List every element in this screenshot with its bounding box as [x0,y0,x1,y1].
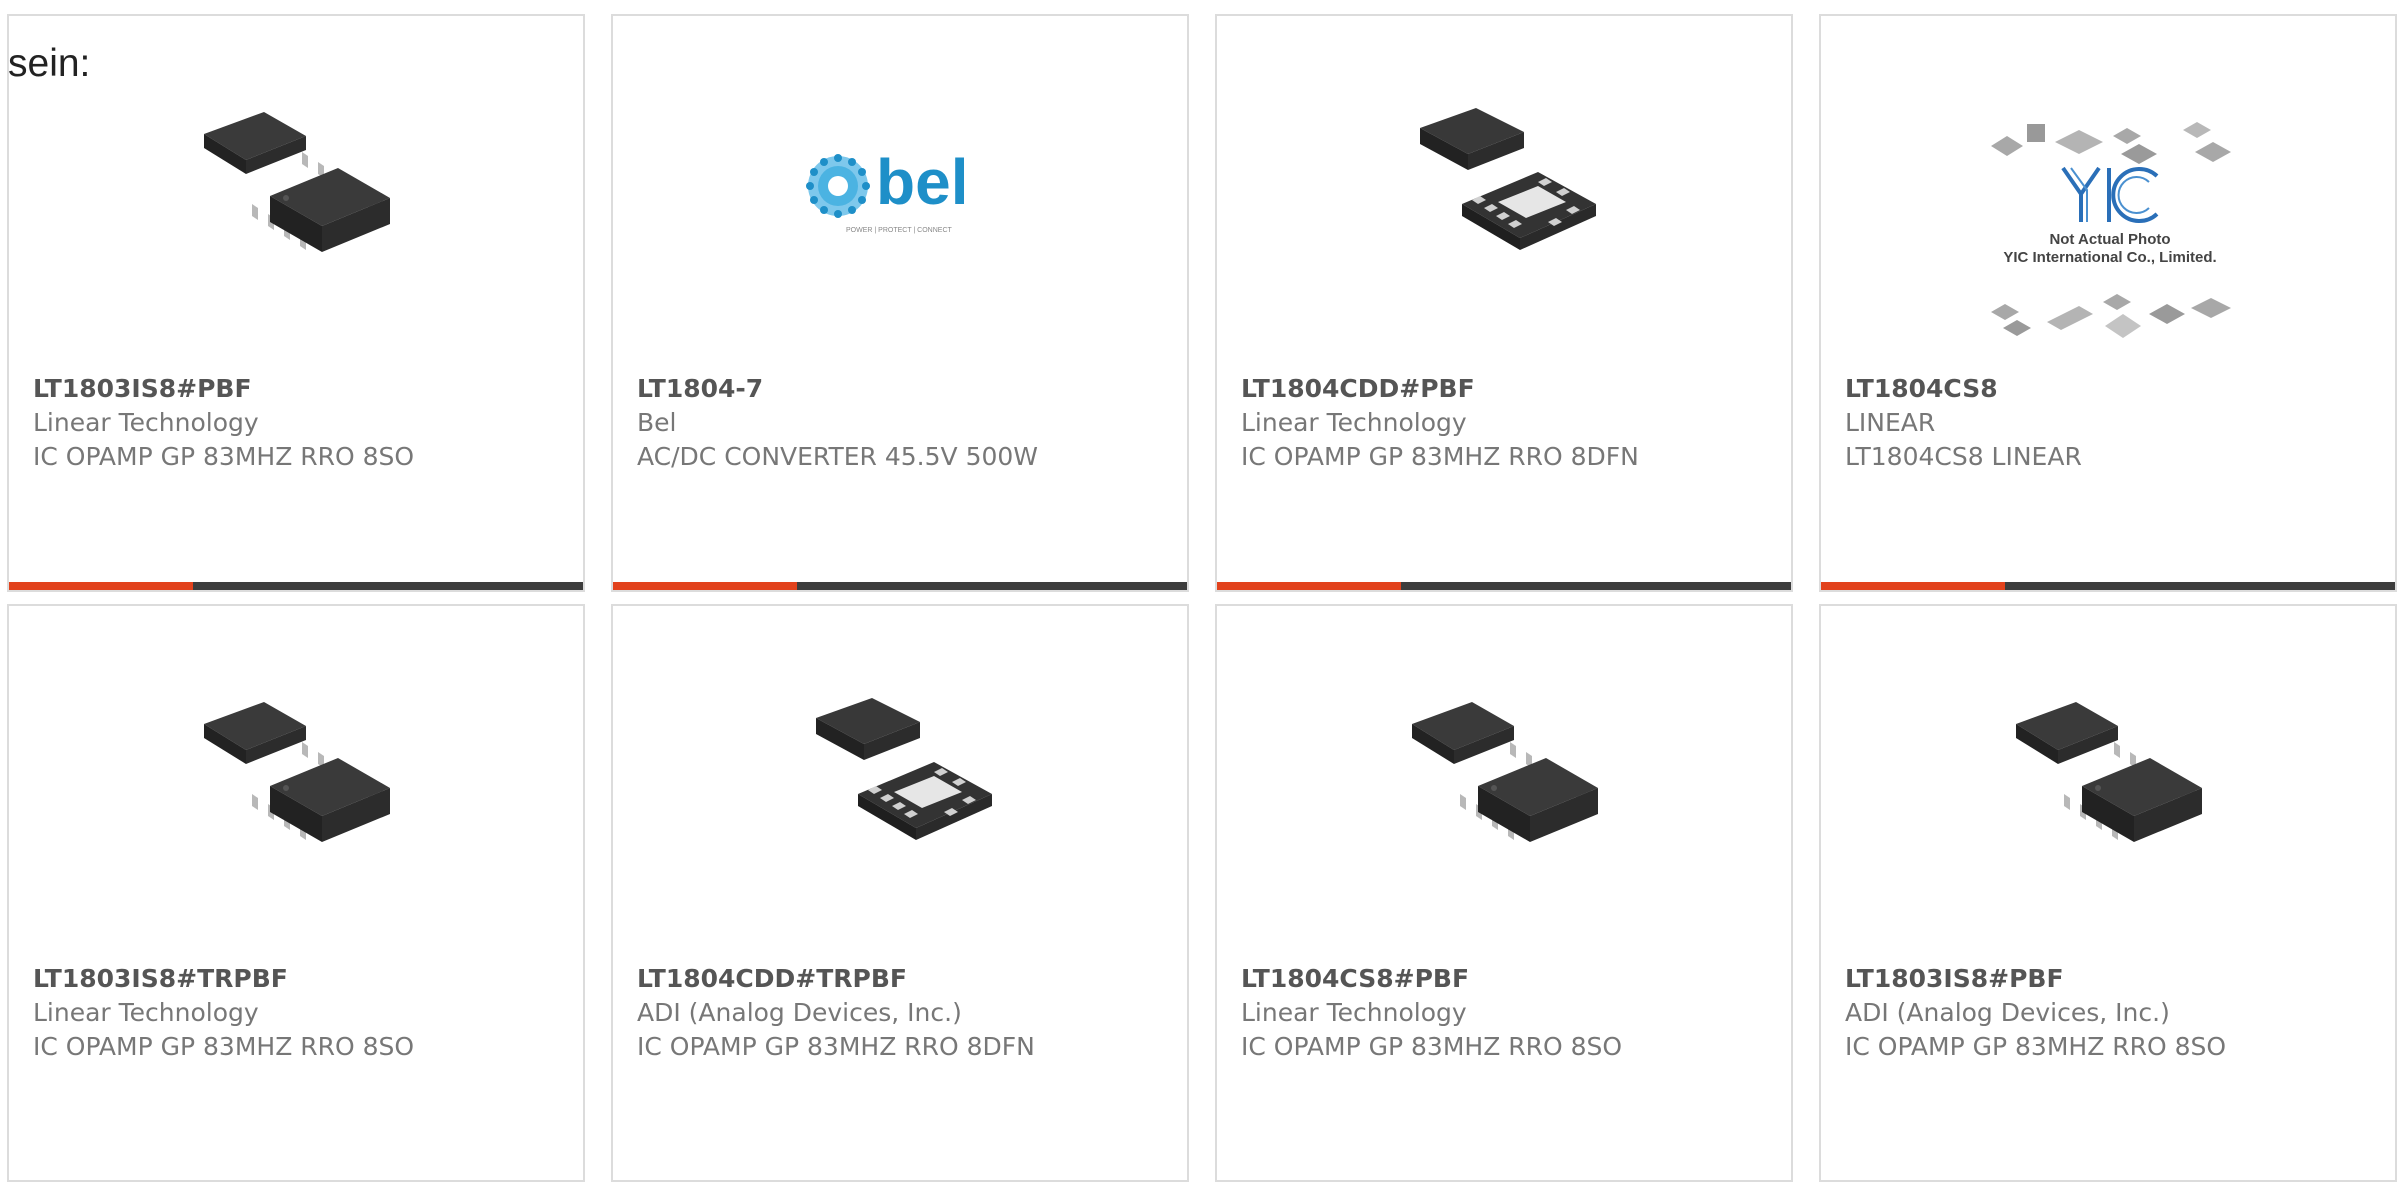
card-progress-fill [613,582,797,590]
product-manufacturer: Linear Technology [1241,408,1467,437]
card-progress-bar [1821,582,2395,590]
product-description: AC/DC CONVERTER 45.5V 500W [637,442,1039,471]
dfn-8-chip-icon[interactable] [1406,86,1606,286]
lead-text: sein: [8,42,91,85]
product-part-number[interactable]: LT1804-7 [637,372,1171,406]
card-progress-bar [613,582,1187,590]
product-description: IC OPAMP GP 83MHZ RRO 8DFN [1241,442,1639,471]
bel-logo-tagline: POWER | PROTECT | CONNECT [846,227,953,234]
card-progress-bar [1217,582,1791,590]
product-card[interactable]: LT1804CDD#TRPBF ADI (Analog Devices, Inc… [611,604,1189,1182]
card-progress-bar [9,582,583,590]
product-card[interactable]: LT1803IS8#PBF ADI (Analog Devices, Inc.)… [1819,604,2397,1182]
soic-8-chip-icon[interactable] [1406,676,1606,876]
product-card[interactable]: LT1803IS8#TRPBF Linear Technology IC OPA… [7,604,585,1182]
yic-placeholder-image[interactable]: Not Actual Photo YIC International Co., … [1971,102,2249,372]
product-description: IC OPAMP GP 83MHZ RRO 8DFN [637,1032,1035,1061]
product-manufacturer: ADI (Analog Devices, Inc.) [637,998,962,1027]
product-card[interactable]: LT1803IS8#PBF Linear Technology IC OPAMP… [7,14,585,592]
yic-photo-caption-1: Not Actual Photo [2049,231,2170,248]
product-description: IC OPAMP GP 83MHZ RRO 8SO [1845,1032,2227,1061]
product-description: IC OPAMP GP 83MHZ RRO 8SO [33,442,415,471]
card-progress-fill [1821,582,2005,590]
product-description: IC OPAMP GP 83MHZ RRO 8SO [33,1032,415,1061]
soic-8-chip-icon[interactable] [198,676,398,876]
dfn-8-chip-icon[interactable] [802,676,1002,876]
product-manufacturer: LINEAR [1845,408,1936,437]
product-card[interactable]: LT1804CS8#PBF Linear Technology IC OPAMP… [1215,604,1793,1182]
product-part-number[interactable]: LT1804CS8 [1845,372,2379,406]
product-description: LT1804CS8 LINEAR [1845,442,2082,471]
product-manufacturer: Bel [637,408,677,437]
product-description: IC OPAMP GP 83MHZ RRO 8SO [1241,1032,1623,1061]
product-manufacturer: ADI (Analog Devices, Inc.) [1845,998,2170,1027]
product-manufacturer: Linear Technology [33,998,259,1027]
product-manufacturer: Linear Technology [1241,998,1467,1027]
product-part-number[interactable]: LT1803IS8#TRPBF [33,962,567,996]
product-manufacturer: Linear Technology [33,408,259,437]
product-part-number[interactable]: LT1804CS8#PBF [1241,962,1775,996]
yic-photo-caption-2: YIC International Co., Limited. [2003,249,2216,266]
product-card[interactable]: Not Actual Photo YIC International Co., … [1819,14,2397,592]
product-part-number[interactable]: LT1803IS8#PBF [1845,962,2379,996]
product-part-number[interactable]: LT1804CDD#PBF [1241,372,1775,406]
bel-logo[interactable]: bel POWER | PROTECT | CONNECT [802,86,1002,286]
card-progress-fill [9,582,193,590]
product-part-number[interactable]: LT1804CDD#TRPBF [637,962,1171,996]
bel-logo-text: bel [876,146,968,218]
product-card[interactable]: LT1804CDD#PBF Linear Technology IC OPAMP… [1215,14,1793,592]
product-part-number[interactable]: LT1803IS8#PBF [33,372,567,406]
card-progress-fill [1217,582,1401,590]
soic-8-chip-icon[interactable] [198,86,398,286]
product-card[interactable]: bel POWER | PROTECT | CONNECT LT1804-7 B… [611,14,1189,592]
soic-8-chip-icon[interactable] [2010,676,2210,876]
